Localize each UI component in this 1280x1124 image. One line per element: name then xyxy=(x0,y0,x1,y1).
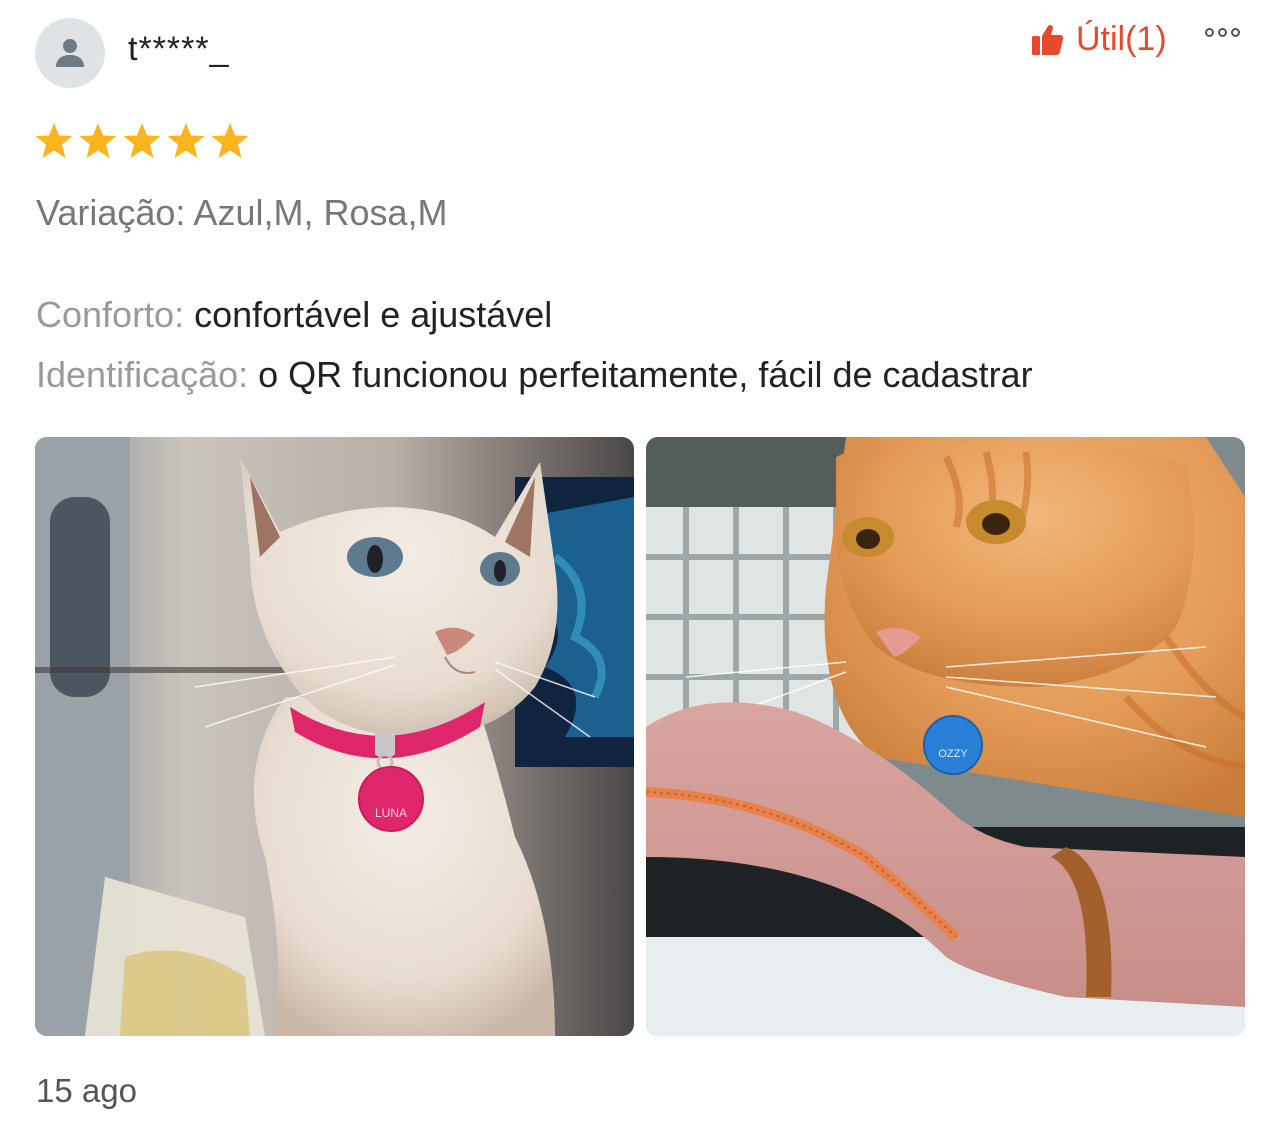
thumbs-up-icon xyxy=(1032,24,1064,55)
attribute-value: o QR funcionou perfeitamente, fácil de c… xyxy=(258,354,1033,395)
review-photo-2[interactable]: OZZY xyxy=(646,437,1245,1036)
attribute-key: Identificação: xyxy=(36,354,259,395)
helpful-button[interactable]: Útil(1) xyxy=(1030,20,1167,59)
star-icon xyxy=(167,123,205,158)
review-photo-1[interactable]: LUNA xyxy=(35,437,634,1036)
pet-tag-label: OZZY xyxy=(938,748,968,760)
attribute-value: confortável e ajustável xyxy=(194,294,553,335)
attribute-identification: Identificação: o QR funcionou perfeitame… xyxy=(36,354,1033,396)
user-icon xyxy=(56,39,84,67)
avatar xyxy=(35,18,105,88)
star-icon xyxy=(35,123,73,158)
star-icon xyxy=(79,123,117,158)
star-icon xyxy=(123,123,161,158)
star-icon xyxy=(211,123,249,158)
star-rating xyxy=(34,121,250,161)
helpful-label: Útil(1) xyxy=(1076,20,1167,58)
attribute-comfort: Conforto: confortável e ajustável xyxy=(36,294,552,336)
variation-text: Variação: Azul,M, Rosa,M xyxy=(36,192,448,233)
reviewer-username: t*****_ xyxy=(128,30,230,68)
more-options-icon[interactable] xyxy=(1205,28,1240,37)
review-date: 15 ago xyxy=(36,1072,137,1109)
attribute-key: Conforto: xyxy=(36,294,195,335)
pet-tag-label: LUNA xyxy=(375,806,407,820)
